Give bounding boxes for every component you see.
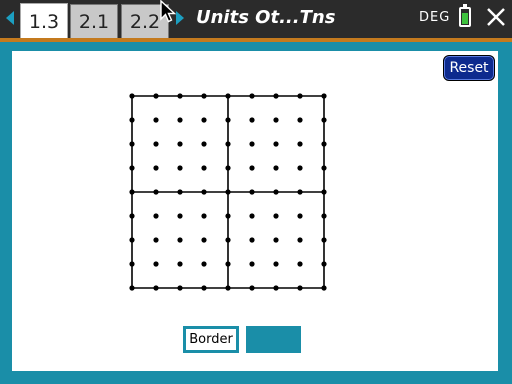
grid-dot	[177, 285, 183, 291]
grid-dot	[129, 165, 135, 171]
grid-dot	[321, 237, 327, 243]
grid-dot	[153, 141, 159, 147]
grid-dot	[153, 237, 159, 243]
grid-dot	[201, 117, 207, 123]
grid-dot	[249, 117, 255, 123]
grid-dot	[321, 165, 327, 171]
grid-dot	[153, 213, 159, 219]
grid-dot	[249, 189, 255, 195]
grid-dot	[153, 261, 159, 267]
grid-dot	[153, 285, 159, 291]
grid-dot	[225, 213, 231, 219]
grid-dot	[129, 237, 135, 243]
grid-dot	[177, 189, 183, 195]
grid-dot	[249, 141, 255, 147]
grid-dot	[153, 189, 159, 195]
grid-dot	[177, 141, 183, 147]
grid-dot	[177, 213, 183, 219]
grid-dot	[225, 117, 231, 123]
grid-dot	[201, 261, 207, 267]
grid-dot	[297, 285, 303, 291]
grid-dot	[297, 141, 303, 147]
grid-dot	[321, 261, 327, 267]
grid-dot	[129, 285, 135, 291]
grid-dot	[273, 261, 279, 267]
grid-dot	[129, 117, 135, 123]
grid-dot	[177, 117, 183, 123]
border-button[interactable]: Border	[183, 326, 239, 353]
grid-dot	[321, 213, 327, 219]
grid-dot	[177, 165, 183, 171]
grid-dot	[297, 237, 303, 243]
grid-dot	[273, 213, 279, 219]
grid-dot	[129, 141, 135, 147]
mouse-cursor-icon	[160, 0, 177, 23]
grid-dot	[273, 237, 279, 243]
grid-dot	[249, 93, 255, 99]
grid-dot	[321, 285, 327, 291]
grid-dot	[201, 165, 207, 171]
grid-dot	[129, 213, 135, 219]
grid-dot	[249, 237, 255, 243]
grid-dot	[201, 285, 207, 291]
grid-dot	[153, 93, 159, 99]
grid-dot	[153, 165, 159, 171]
grid-dot	[225, 261, 231, 267]
grid-dot	[225, 141, 231, 147]
grid-dot	[225, 237, 231, 243]
grid-dot	[177, 93, 183, 99]
grid-dot	[201, 141, 207, 147]
grid-dot	[249, 213, 255, 219]
grid-dot	[297, 165, 303, 171]
grid-dot	[225, 165, 231, 171]
grid-dot	[153, 117, 159, 123]
reset-button[interactable]: Reset	[443, 55, 495, 81]
grid-dot	[177, 237, 183, 243]
grid-dot	[273, 189, 279, 195]
grid-dot	[273, 141, 279, 147]
calculator-screen: 1.3 2.1 2.2 Units Ot...Tns DEG Reset Bor…	[0, 0, 512, 384]
border-button-label: Border	[186, 329, 236, 350]
grid-dot	[225, 93, 231, 99]
grid-dot	[129, 261, 135, 267]
grid-dot	[297, 93, 303, 99]
grid-dot	[321, 93, 327, 99]
grid-dot	[201, 237, 207, 243]
grid-dot	[273, 165, 279, 171]
grid-dot	[273, 93, 279, 99]
grid-dot	[321, 117, 327, 123]
grid-dot	[129, 189, 135, 195]
grid-dot	[201, 213, 207, 219]
grid-dot	[273, 117, 279, 123]
grid-dot	[177, 261, 183, 267]
grid-dot	[273, 285, 279, 291]
grid-dot	[321, 141, 327, 147]
grid-dot	[297, 189, 303, 195]
grid-dot	[249, 165, 255, 171]
grid-dot	[297, 117, 303, 123]
grid-dot	[201, 93, 207, 99]
blank-button[interactable]	[246, 326, 301, 353]
grid-dot	[297, 261, 303, 267]
grid-dot	[321, 189, 327, 195]
grid-dot	[225, 285, 231, 291]
grid-dot	[225, 189, 231, 195]
grid-dot	[201, 189, 207, 195]
grid-dot	[249, 261, 255, 267]
grid-dot	[249, 285, 255, 291]
grid-dot	[297, 213, 303, 219]
grid-dot	[129, 93, 135, 99]
